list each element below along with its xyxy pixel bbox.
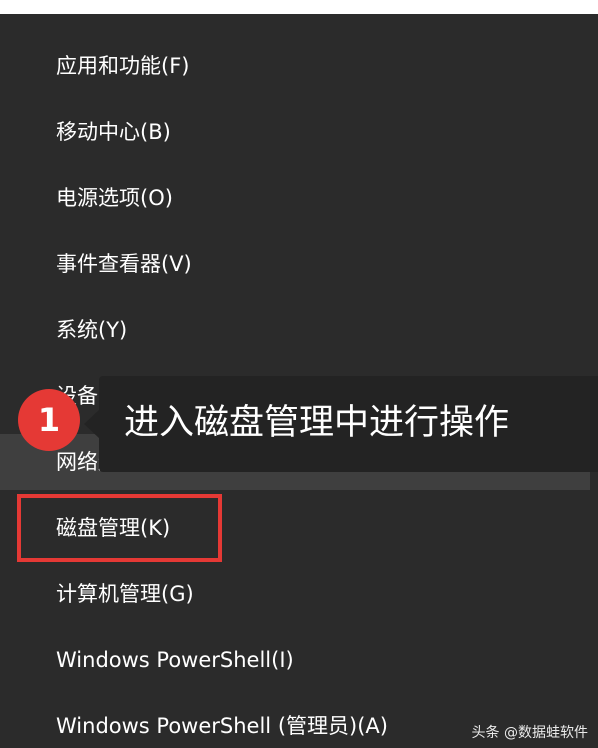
menu-item-event-viewer[interactable]: 事件查看器(V) bbox=[0, 236, 598, 292]
menu-item-label: 计算机管理(G) bbox=[56, 582, 194, 606]
menu-item-label: Windows PowerShell (管理员)(A) bbox=[56, 714, 388, 738]
menu-item-power-options[interactable]: 电源选项(O) bbox=[0, 170, 598, 226]
menu-item-label: Windows PowerShell(I) bbox=[56, 648, 294, 672]
menu-item-label: 应用和功能(F) bbox=[56, 54, 190, 78]
callout-pointer bbox=[84, 409, 100, 439]
menu-item-label: 系统(Y) bbox=[56, 318, 128, 342]
menu-item-mobility-center[interactable]: 移动中心(B) bbox=[0, 104, 598, 160]
menu-item-system[interactable]: 系统(Y) bbox=[0, 302, 598, 358]
annotation-callout-text: 进入磁盘管理中进行操作 bbox=[124, 403, 510, 443]
step-number-badge: 1 bbox=[18, 389, 80, 451]
menu-item-computer-management[interactable]: 计算机管理(G) bbox=[0, 566, 598, 622]
menu-item-label: 事件查看器(V) bbox=[56, 252, 192, 276]
screenshot-frame: 应用和功能(F) 移动中心(B) 电源选项(O) 事件查看器(V) 系统(Y) … bbox=[0, 0, 598, 748]
menu-item-apps-and-features[interactable]: 应用和功能(F) bbox=[0, 38, 598, 94]
menu-item-label: 移动中心(B) bbox=[56, 120, 171, 144]
source-watermark: 头条 @数据蛙软件 bbox=[471, 725, 588, 741]
disk-management-highlight-box bbox=[17, 494, 222, 562]
menu-item-windows-powershell[interactable]: Windows PowerShell(I) bbox=[0, 632, 598, 688]
menu-item-label: 电源选项(O) bbox=[56, 186, 173, 210]
